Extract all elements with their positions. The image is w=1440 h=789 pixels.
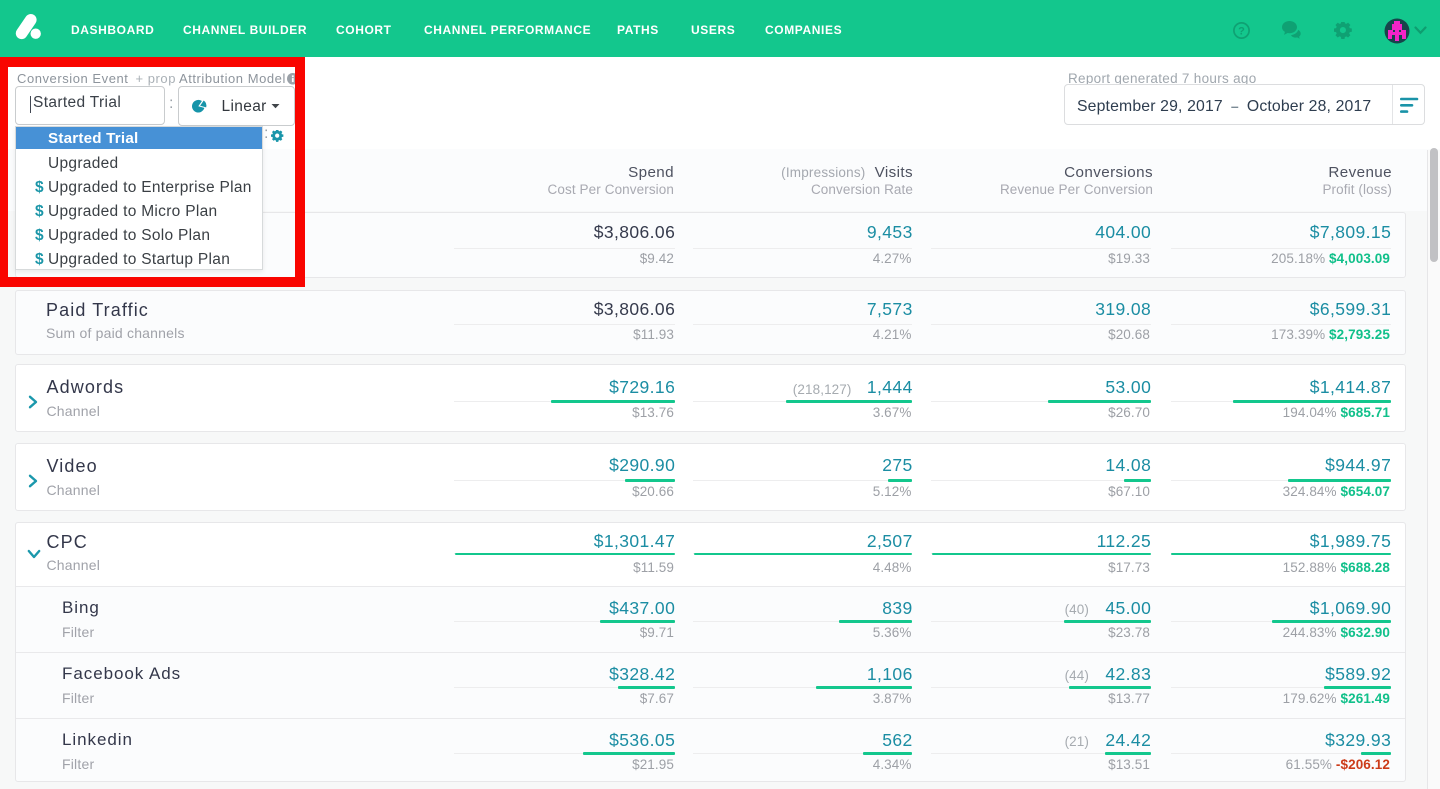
svg-text:?: ? [1238, 25, 1245, 37]
